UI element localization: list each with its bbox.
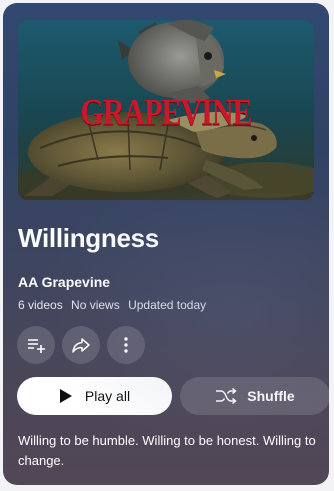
- updated-label: Updated today: [128, 298, 207, 312]
- view-count: No views: [71, 298, 120, 312]
- shuffle-label: Shuffle: [247, 388, 295, 404]
- thumbnail-title-text: GRAPEVINE: [80, 91, 252, 133]
- save-to-library-button[interactable]: [17, 326, 55, 364]
- share-icon: [72, 338, 90, 353]
- page: GRAPEVINE Willingness AA Grapevine 6 vid…: [0, 0, 334, 491]
- playlist-thumbnail[interactable]: GRAPEVINE: [18, 20, 314, 200]
- channel-name-link[interactable]: AA Grapevine: [18, 274, 110, 290]
- play-all-button[interactable]: Play all: [17, 377, 172, 415]
- more-vertical-icon: [124, 337, 128, 353]
- play-icon: [59, 389, 72, 403]
- playlist-header-card: GRAPEVINE Willingness AA Grapevine 6 vid…: [3, 3, 329, 485]
- shuffle-button[interactable]: Shuffle: [180, 377, 329, 415]
- playlist-add-icon: [28, 339, 45, 353]
- playlist-description: Willing to be humble. Willing to be hone…: [18, 433, 316, 468]
- playlist-title: Willingness: [18, 223, 159, 253]
- more-options-button[interactable]: [107, 326, 145, 364]
- share-button[interactable]: [62, 326, 100, 364]
- video-count: 6 videos: [18, 298, 63, 312]
- playlist-metadata: 6 videos No views Updated today: [18, 298, 211, 312]
- play-all-label: Play all: [84, 388, 131, 404]
- shuffle-icon: [216, 387, 237, 405]
